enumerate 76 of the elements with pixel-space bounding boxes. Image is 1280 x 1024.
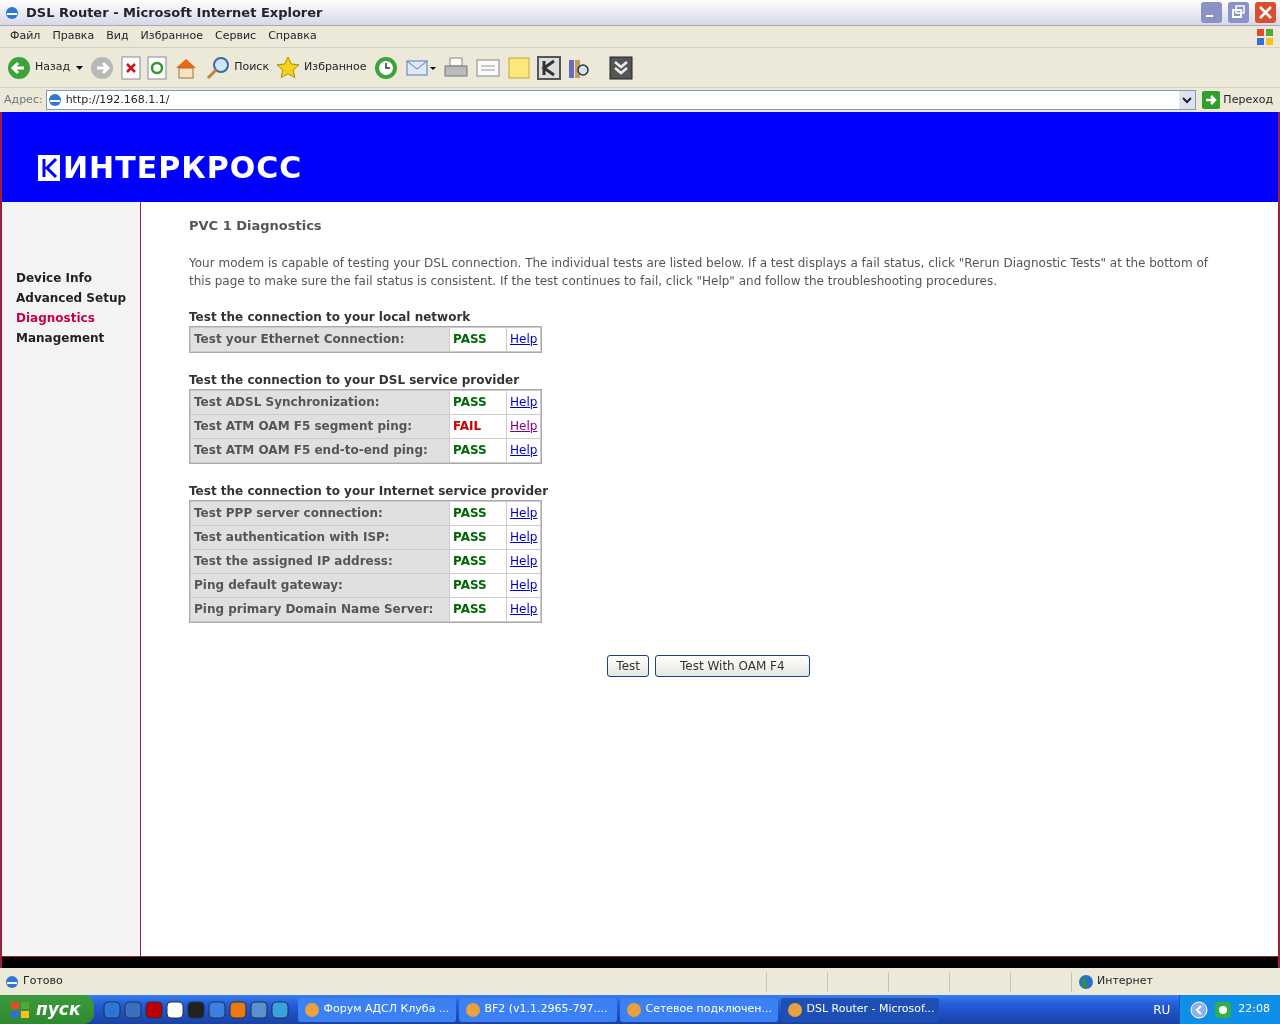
favorites-icon [275, 54, 302, 81]
start-button[interactable]: пуск [0, 995, 95, 1024]
test-result-cell: PASS [450, 390, 506, 414]
k-square-icon[interactable] [536, 55, 561, 80]
menu-item[interactable]: Сервис [209, 28, 263, 45]
test-name-cell: Test authentication with ISP: [191, 525, 449, 549]
windows-logo-icon [10, 1000, 30, 1019]
chevrons-down-icon[interactable] [608, 55, 633, 80]
app-icon [626, 1001, 643, 1018]
chevron-left-icon[interactable] [1190, 1000, 1209, 1019]
menu-item[interactable]: Правка [46, 28, 101, 45]
menu-item[interactable]: Справка [262, 28, 323, 45]
app-icon [465, 1001, 482, 1018]
test-name-cell: Test the assigned IP address: [191, 549, 449, 573]
test-name-cell: Test ATM OAM F5 end-to-end ping: [191, 438, 449, 462]
test-result-cell: PASS [450, 501, 506, 525]
refresh-icon[interactable] [147, 55, 168, 80]
page-icon [46, 92, 63, 108]
stop-icon[interactable] [121, 55, 142, 80]
taskbar-button[interactable]: Сетевое подключен... [620, 997, 779, 1022]
logo-text: ИНТЕРКРОСС [63, 149, 303, 187]
app-icon [304, 1001, 321, 1018]
back-button[interactable]: Назад [6, 54, 71, 81]
test-result-cell: FAIL [450, 414, 506, 438]
restore-button[interactable] [1228, 2, 1249, 23]
window-title: DSL Router - Microsoft Internet Explorer [26, 3, 324, 22]
test-name-cell: Test PPP server connection: [191, 501, 449, 525]
test-result-cell: PASS [450, 573, 506, 597]
history-icon[interactable] [372, 54, 399, 81]
page-heading: PVC 1 Diagnostics [189, 217, 323, 235]
test-name-cell: Test your Ethernet Connection: [191, 327, 449, 351]
test-name-cell: Test ADSL Synchronization: [191, 390, 449, 414]
dropdown-caret-icon[interactable] [76, 65, 84, 70]
section-title: Test the connection to your Internet service provider [189, 482, 550, 500]
language-indicator[interactable]: RU [1153, 1000, 1171, 1019]
test-name-cell: Ping primary Domain Name Server: [191, 597, 449, 621]
menu-item[interactable]: Файл [4, 28, 47, 45]
sidebar-link[interactable]: Advanced Setup [2, 288, 140, 308]
sidebar-link[interactable]: Diagnostics [2, 308, 140, 328]
taskbar-button[interactable]: Форум АДСЛ Клуба ... [298, 997, 457, 1022]
test-name-cell: Test ATM OAM F5 segment ping: [191, 414, 449, 438]
test-result-cell: PASS [450, 438, 506, 462]
printer-icon[interactable] [442, 55, 469, 80]
address-label: Адрес: [4, 91, 43, 108]
favorites-button[interactable]: Избранное [275, 54, 367, 81]
taskbar-button[interactable]: DSL Router - Microsof... [781, 997, 940, 1022]
app-icon [787, 1001, 804, 1018]
windows-logo-icon [1254, 26, 1276, 47]
go-button[interactable]: Переход [1199, 91, 1276, 109]
test-name-cell: Ping default gateway: [191, 573, 449, 597]
close-button[interactable] [1255, 2, 1276, 23]
search-button[interactable]: Поиск [205, 54, 270, 81]
test-button[interactable]: Test [607, 654, 649, 677]
section-title: Test the connection to your local network [189, 308, 472, 326]
minimize-button[interactable] [1201, 2, 1222, 23]
test-result-cell: PASS [450, 549, 506, 573]
back-icon [6, 54, 32, 81]
logo-mark-icon [38, 154, 60, 181]
page-icon [4, 973, 20, 990]
test-result-cell: PASS [450, 525, 506, 549]
test-button[interactable]: Test With OAM F4 [655, 654, 810, 677]
sidebar-link[interactable]: Device Info [2, 268, 140, 288]
menu-item[interactable]: Вид [100, 28, 135, 45]
sidebar-link[interactable]: Management [2, 328, 140, 348]
search-icon [205, 54, 232, 81]
zone-label: Интернет [1097, 973, 1153, 990]
test-result-cell: PASS [450, 597, 506, 621]
intro-paragraph: Your modem is capable of testing your DSL connection. The individual tests are listed below. If a test displays a fail status, click "Rerun Diagnostic Tests" at the bottom of this page to make sure the fail status is consistent. If the test continues to fail, click "Help" and follow the troubleshooting procedures. [189, 254, 1210, 290]
taskbar-button[interactable]: BF2 (v1.1.2965-797.... [459, 997, 618, 1022]
go-arrow-icon [1202, 91, 1221, 109]
test-result-cell: PASS [450, 327, 506, 351]
address-field[interactable]: http://192.168.1.1/ [45, 90, 1197, 110]
status-text: Готово [23, 973, 64, 990]
section-title: Test the connection to your DSL service provider [189, 371, 521, 389]
clock: 22:08 [1238, 1001, 1270, 1018]
menu-item[interactable]: Избранное [134, 28, 210, 45]
